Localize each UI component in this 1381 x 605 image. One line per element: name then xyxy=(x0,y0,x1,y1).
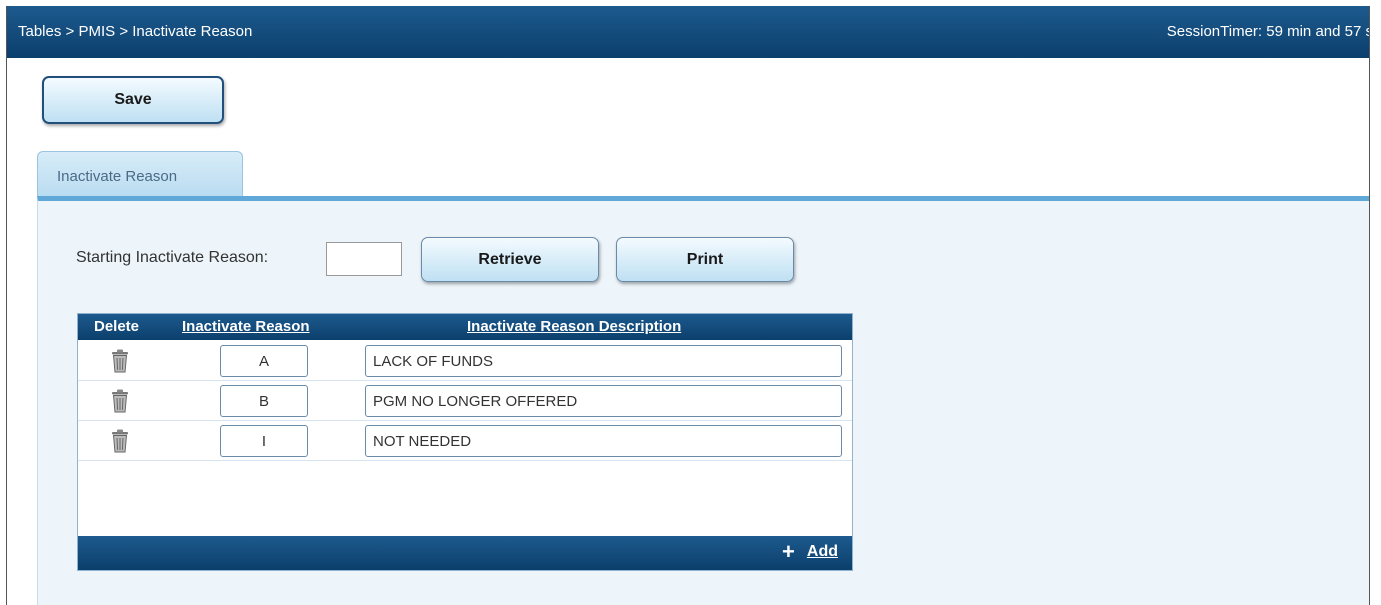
reason-description-field[interactable]: NOT NEEDED xyxy=(365,425,842,457)
breadcrumb-separator: > xyxy=(61,23,79,40)
table-header: Delete Inactivate Reason Inactivate Reas… xyxy=(78,314,852,340)
trash-icon[interactable] xyxy=(109,348,131,374)
header-bar: Tables > PMIS > Inactivate Reason Sessio… xyxy=(7,6,1369,58)
breadcrumb-item-pmis[interactable]: PMIS xyxy=(78,23,115,40)
table-footer: + Add xyxy=(78,536,852,570)
app-frame: Tables > PMIS > Inactivate Reason Sessio… xyxy=(6,6,1370,605)
trash-icon[interactable] xyxy=(109,428,131,454)
trash-icon[interactable] xyxy=(109,388,131,414)
starting-reason-input[interactable] xyxy=(326,242,402,276)
retrieve-button[interactable]: Retrieve xyxy=(421,237,599,282)
plus-icon[interactable]: + xyxy=(782,541,795,563)
reason-description-field[interactable]: PGM NO LONGER OFFERED xyxy=(365,385,842,417)
breadcrumb: Tables > PMIS > Inactivate Reason xyxy=(18,23,252,40)
column-header-delete: Delete xyxy=(94,318,140,335)
save-button[interactable]: Save xyxy=(42,76,224,124)
reason-table: Delete Inactivate Reason Inactivate Reas… xyxy=(77,313,853,571)
table-row: A LACK OF FUNDS xyxy=(78,340,852,381)
column-header-description[interactable]: Inactivate Reason Description xyxy=(467,318,681,335)
reason-description-field[interactable]: LACK OF FUNDS xyxy=(365,345,842,377)
starting-reason-label: Starting Inactivate Reason: xyxy=(76,249,269,266)
print-button[interactable]: Print xyxy=(616,237,794,282)
add-row-control[interactable]: + Add xyxy=(782,541,838,563)
add-link[interactable]: Add xyxy=(807,543,838,561)
breadcrumb-separator: > xyxy=(115,23,133,40)
tab-inactivate-reason[interactable]: Inactivate Reason xyxy=(37,151,243,197)
table-row: I NOT NEEDED xyxy=(78,420,852,461)
breadcrumb-item-current: Inactivate Reason xyxy=(132,23,253,40)
table-row: B PGM NO LONGER OFFERED xyxy=(78,380,852,421)
reason-code-field[interactable]: B xyxy=(220,385,308,417)
reason-code-field[interactable]: A xyxy=(220,345,308,377)
column-header-reason[interactable]: Inactivate Reason xyxy=(182,318,310,335)
session-timer: SessionTimer: 59 min and 57 s xyxy=(1166,23,1370,40)
breadcrumb-item-tables[interactable]: Tables xyxy=(18,23,61,40)
reason-code-field[interactable]: I xyxy=(220,425,308,457)
